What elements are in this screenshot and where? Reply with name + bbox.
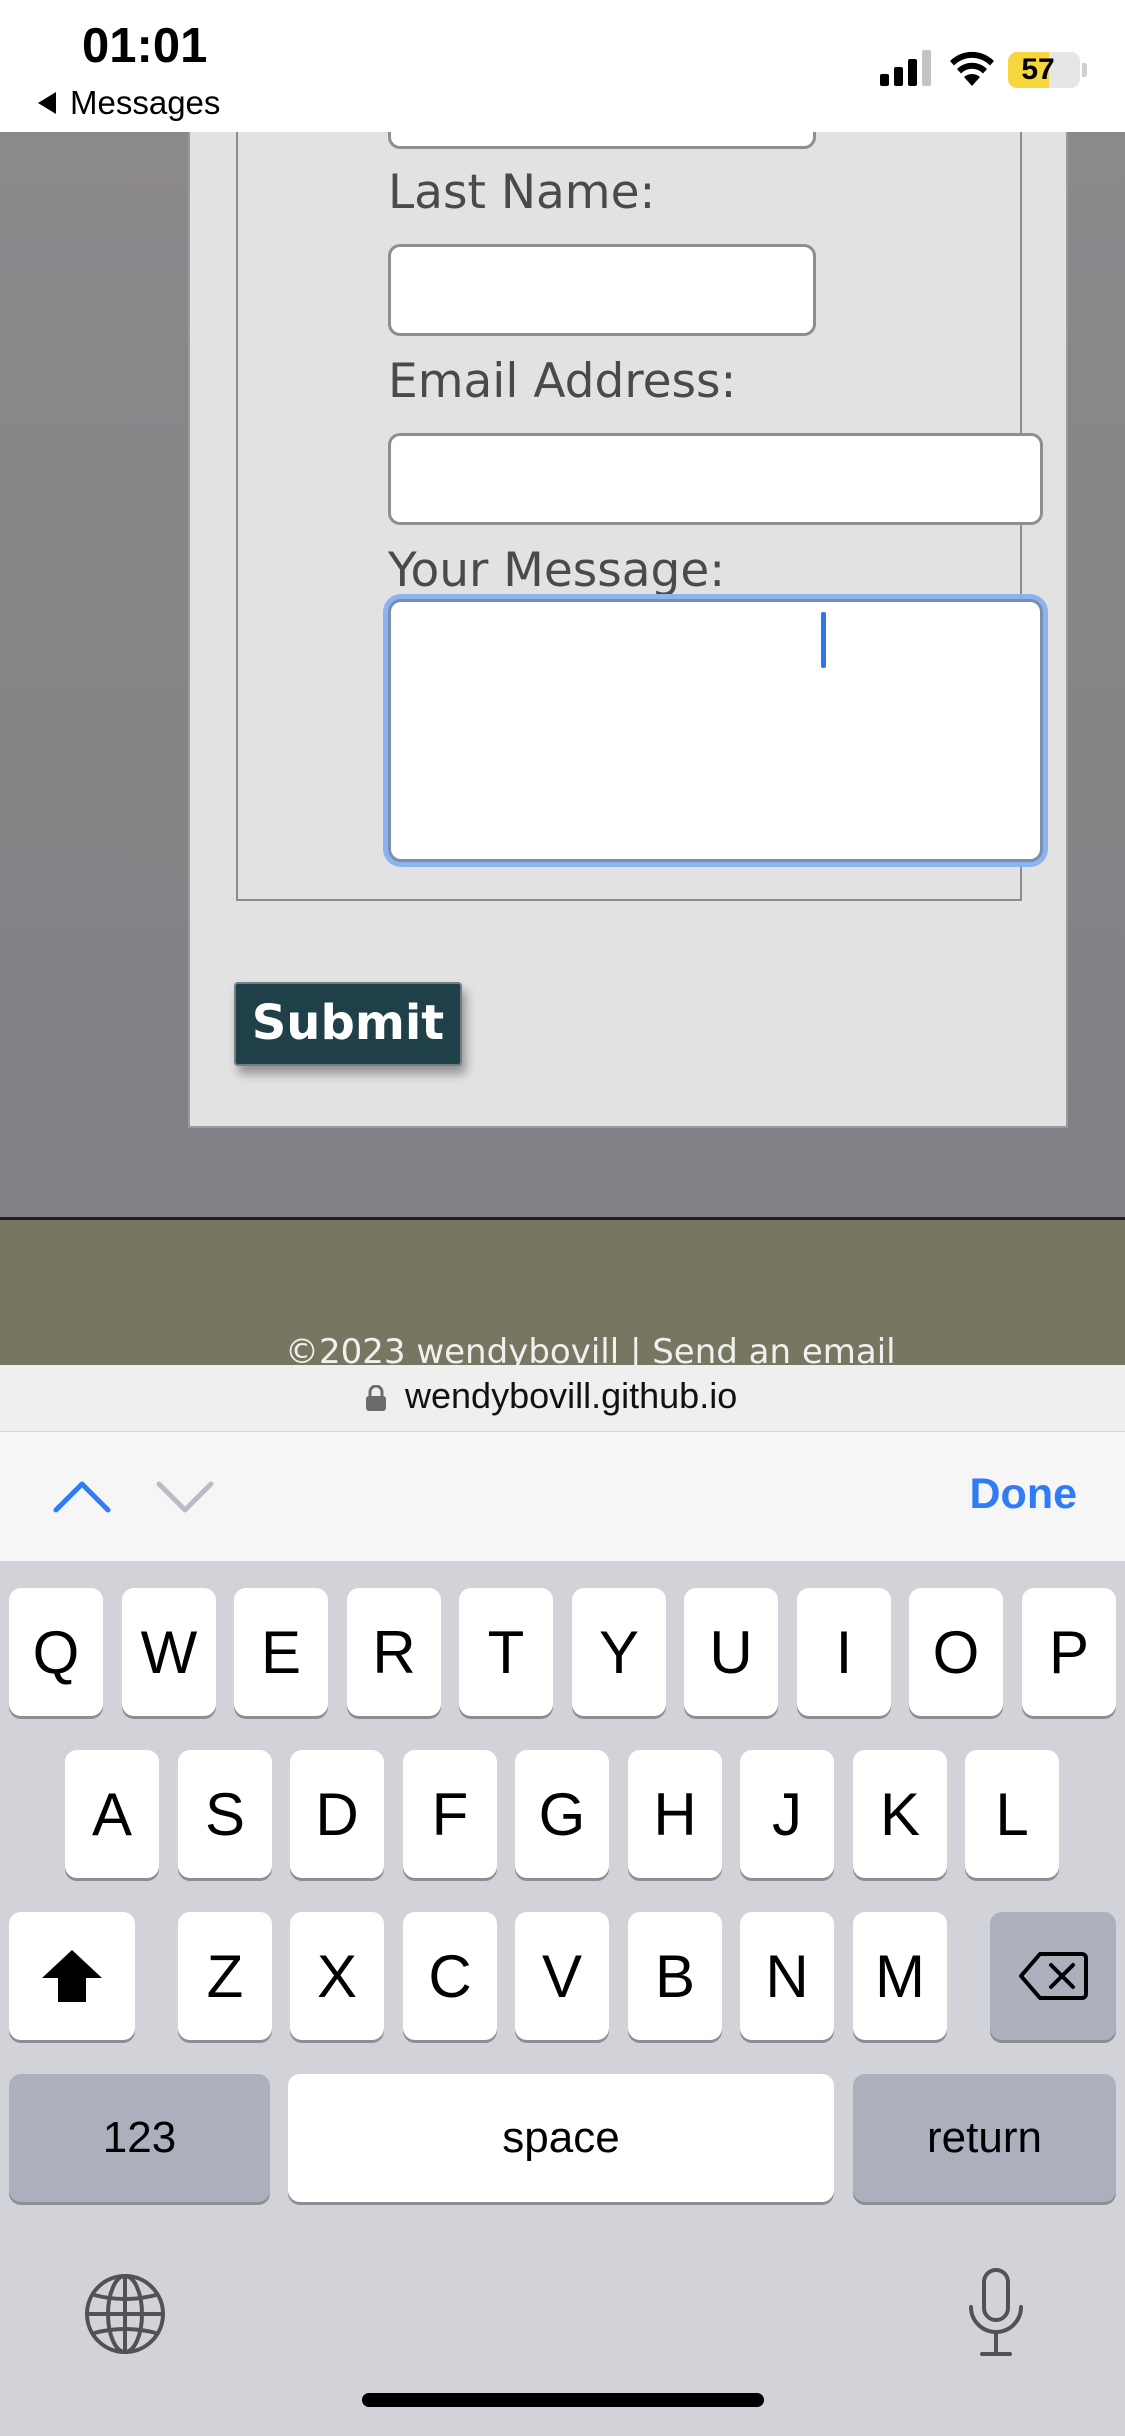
key-k[interactable]: K [853,1750,947,1878]
key-d[interactable]: D [290,1750,384,1878]
backspace-icon [1019,1952,1088,2000]
contact-form: Last Name: Email Address: Your Message: … [188,132,1068,1128]
page-footer: ©2023 wendybovill | Send an email [0,1220,1125,1365]
space-key[interactable]: space [288,2074,834,2202]
key-i[interactable]: I [797,1588,891,1716]
key-r[interactable]: R [347,1588,441,1716]
status-time: 01:01 [82,19,208,73]
message-label: Your Message: [388,543,726,598]
numbers-key[interactable]: 123 [9,2074,270,2202]
key-b[interactable]: B [628,1912,722,2040]
email-input[interactable] [388,433,1043,525]
footer-text[interactable]: ©2023 wendybovill | Send an email [285,1332,896,1365]
key-c[interactable]: C [403,1912,497,2040]
web-page-content: Last Name: Email Address: Your Message: … [0,132,1125,1365]
key-y[interactable]: Y [572,1588,666,1716]
back-arrow-icon [38,92,56,114]
email-label: Email Address: [388,354,737,409]
battery-tip [1082,63,1087,77]
chevron-up-icon[interactable] [52,1476,112,1516]
battery-level: 57 [1021,53,1055,86]
home-indicator[interactable] [362,2393,764,2407]
address-bar[interactable]: wendybovill.github.io [0,1365,1125,1432]
form-fieldset: Last Name: Email Address: Your Message: [236,132,1043,901]
keyboard: Q W E R T Y U I O P A S D F G H J K L Z … [0,1563,1125,2436]
status-bar: 01:01 Messages 57 [0,0,1125,132]
back-to-messages-button[interactable]: Messages [38,84,220,122]
key-j[interactable]: J [740,1750,834,1878]
key-q[interactable]: Q [9,1588,103,1716]
wifi-icon [950,51,994,86]
form-accessory-bar: Done [0,1432,1125,1562]
cellular-signal-icon [880,50,931,86]
key-a[interactable]: A [65,1750,159,1878]
lock-icon [366,1385,386,1411]
battery-icon: 57 [1008,52,1080,88]
key-l[interactable]: L [965,1750,1059,1878]
delete-key[interactable] [990,1912,1116,2040]
address-url: wendybovill.github.io [405,1375,738,1416]
back-label: Messages [70,84,221,121]
key-n[interactable]: N [740,1912,834,2040]
key-m[interactable]: M [853,1912,947,2040]
key-u[interactable]: U [684,1588,778,1716]
key-w[interactable]: W [122,1588,216,1716]
submit-button[interactable]: Submit [234,982,462,1066]
shift-key[interactable] [9,1912,135,2040]
key-z[interactable]: Z [178,1912,272,2040]
done-button[interactable]: Done [970,1470,1078,1519]
key-x[interactable]: X [290,1912,384,2040]
key-s[interactable]: S [178,1750,272,1878]
key-h[interactable]: H [628,1750,722,1878]
key-e[interactable]: E [234,1588,328,1716]
microphone-icon[interactable] [965,2267,1027,2359]
key-p[interactable]: P [1022,1588,1116,1716]
key-t[interactable]: T [459,1588,553,1716]
first-name-input[interactable] [388,132,816,149]
key-v[interactable]: V [515,1912,609,2040]
key-o[interactable]: O [909,1588,1003,1716]
last-name-label: Last Name: [388,165,656,220]
last-name-input[interactable] [388,244,816,336]
message-textarea[interactable] [388,599,1043,862]
return-key[interactable]: return [853,2074,1116,2202]
globe-icon[interactable] [84,2273,166,2355]
key-f[interactable]: F [403,1750,497,1878]
key-g[interactable]: G [515,1750,609,1878]
shift-arrow-icon [42,1950,102,2002]
chevron-down-icon[interactable] [155,1476,215,1516]
text-caret [821,612,826,668]
